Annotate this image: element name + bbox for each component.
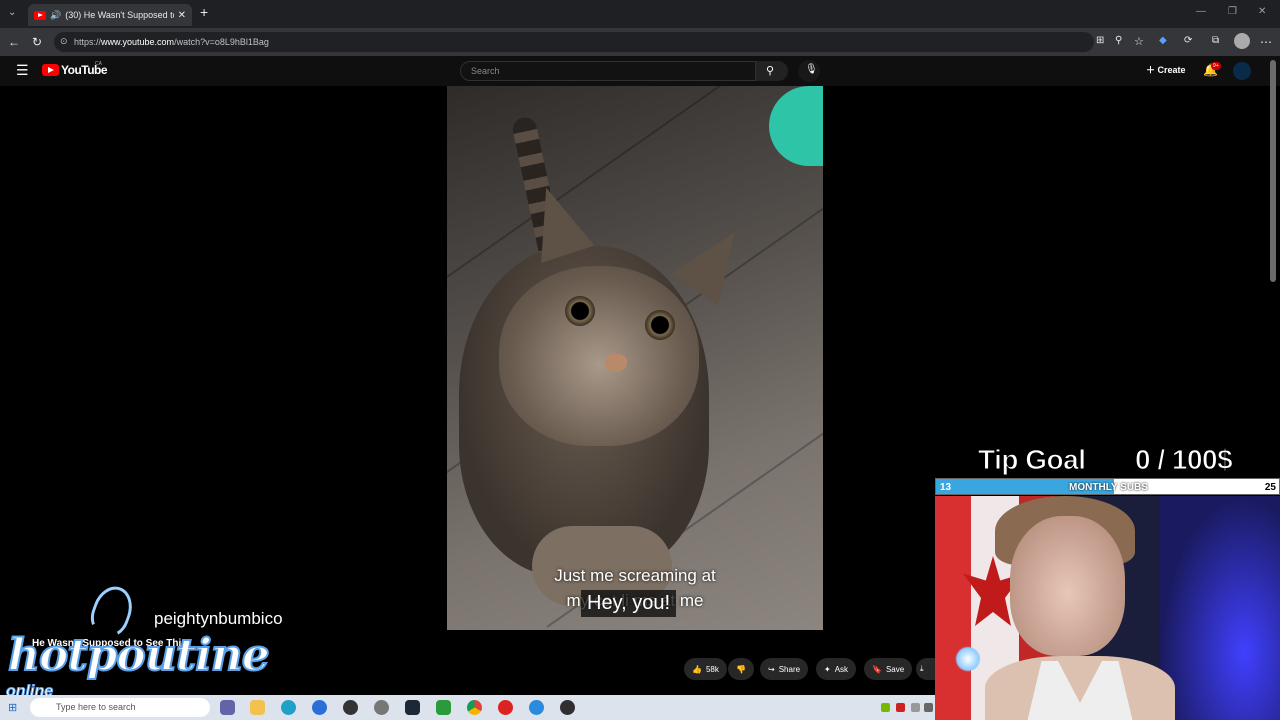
steam-icon[interactable] bbox=[405, 700, 420, 715]
notification-badge: 9+ bbox=[1211, 62, 1221, 70]
blue-led-light bbox=[1160, 496, 1280, 720]
streamer-webcam bbox=[935, 496, 1280, 720]
teams-icon[interactable] bbox=[220, 700, 235, 715]
share-arrow-icon: ↪ bbox=[768, 664, 775, 674]
refresh-extension-icon[interactable]: ⟳ bbox=[1184, 35, 1192, 46]
tab-close-icon[interactable]: ✕ bbox=[178, 10, 186, 21]
youtube-favicon-icon bbox=[34, 10, 46, 20]
cat-eye-left bbox=[565, 296, 595, 326]
create-button[interactable]: ＋ Create bbox=[1146, 63, 1186, 76]
tray-app-icon[interactable] bbox=[924, 703, 933, 712]
create-label: Create bbox=[1157, 65, 1186, 75]
more-menu-icon[interactable]: ⋯ bbox=[1260, 35, 1272, 49]
tab-list-chevron-icon[interactable]: ⌄ bbox=[8, 7, 16, 18]
bookmark-icon: 🔖 bbox=[872, 664, 882, 674]
taskbar-search-input[interactable]: Type here to search bbox=[30, 698, 210, 717]
save-label: Save bbox=[885, 664, 905, 674]
browser-tab-active[interactable]: 🔊 (30) He Wasn't Supposed to S ✕ bbox=[28, 4, 192, 26]
like-count: 58k bbox=[705, 664, 719, 674]
browser-toolbar: ← ↻ ⊙ https://www.youtube.com/watch?v=o8… bbox=[0, 28, 1280, 56]
microphone-icon: 🎙 bbox=[805, 64, 818, 75]
ask-button[interactable]: ✦ Ask bbox=[816, 658, 857, 680]
profile-avatar[interactable] bbox=[1234, 33, 1250, 49]
tray-red-icon[interactable] bbox=[896, 703, 905, 712]
obs-icon[interactable] bbox=[560, 700, 575, 715]
extension-icon[interactable]: ◆ bbox=[1159, 35, 1167, 46]
site-info-icon[interactable]: ⊙ bbox=[60, 36, 68, 47]
edge-browser-icon[interactable] bbox=[281, 700, 296, 715]
new-tab-button[interactable]: + bbox=[200, 4, 208, 20]
account-avatar[interactable] bbox=[1233, 62, 1251, 80]
zoom-icon[interactable]: ⚲ bbox=[1115, 35, 1122, 46]
thumbs-up-icon: 👍 bbox=[692, 664, 702, 674]
download-button[interactable]: ⤓ bbox=[916, 658, 935, 680]
like-button[interactable]: 👍 58k bbox=[684, 658, 727, 680]
dislike-button[interactable]: 👎 bbox=[728, 658, 754, 680]
lamp-light bbox=[955, 646, 981, 672]
tab-title: (30) He Wasn't Supposed to S bbox=[65, 10, 173, 20]
app-azure-icon[interactable] bbox=[529, 700, 544, 715]
close-window-button[interactable]: ✕ bbox=[1258, 6, 1266, 17]
plus-icon: ＋ bbox=[1146, 65, 1156, 75]
monthly-subs-progress-bar: 13 MONTHLY SUBS 25 bbox=[935, 478, 1280, 495]
windows-start-icon[interactable]: ⊞ bbox=[8, 701, 17, 714]
chrome-icon[interactable] bbox=[467, 700, 482, 715]
share-label: Share bbox=[778, 664, 801, 674]
tray-nvidia-icon[interactable] bbox=[881, 703, 890, 712]
cat-nose bbox=[605, 354, 627, 372]
cat-head bbox=[499, 266, 699, 446]
speaker-icon[interactable]: 🔊 bbox=[50, 10, 61, 21]
subs-target: 25 bbox=[1264, 482, 1276, 493]
app-dark-icon[interactable] bbox=[343, 700, 358, 715]
youtube-header: ☰ YouTube CA Search ⚲ 🎙 ＋ Create 🔔 9+ bbox=[0, 56, 1280, 86]
ask-label: Ask bbox=[834, 664, 849, 674]
tip-goal-label: Tip Goal bbox=[978, 444, 1087, 476]
download-icon: ⤓ bbox=[920, 664, 924, 673]
favorite-star-icon[interactable]: ☆ bbox=[1134, 35, 1144, 48]
streamer-face bbox=[1010, 516, 1125, 656]
address-bar[interactable]: ⊙ https://www.youtube.com/watch?v=o8L9hB… bbox=[54, 32, 1094, 52]
app-green-icon[interactable] bbox=[436, 700, 451, 715]
stream-brand-logo: hotpoutine bbox=[7, 629, 271, 682]
hamburger-menu-icon[interactable]: ☰ bbox=[16, 62, 29, 79]
app-red-icon[interactable] bbox=[498, 700, 513, 715]
cat-eye-right bbox=[645, 310, 675, 340]
file-explorer-icon[interactable] bbox=[250, 700, 265, 715]
sparkle-icon: ✦ bbox=[824, 664, 831, 674]
video-player[interactable]: Just me screaming at my cat li ms at me … bbox=[447, 86, 823, 630]
tray-app-icon[interactable] bbox=[911, 703, 920, 712]
caption-line-1: Just me screaming at bbox=[554, 566, 716, 585]
voice-search-button[interactable]: 🎙 bbox=[798, 60, 820, 82]
search-icon: ⚲ bbox=[766, 65, 775, 77]
minimize-button[interactable]: — bbox=[1196, 6, 1206, 17]
closed-caption-overlay: Hey, you! bbox=[581, 590, 676, 617]
settings-gear-icon[interactable] bbox=[374, 700, 389, 715]
search-button[interactable]: ⚲ bbox=[756, 61, 788, 81]
thumbs-down-icon: 👎 bbox=[736, 664, 746, 674]
page-scrollbar[interactable] bbox=[1270, 60, 1276, 282]
save-button[interactable]: 🔖 Save bbox=[864, 658, 913, 680]
app-blue-icon[interactable] bbox=[312, 700, 327, 715]
share-button[interactable]: ↪ Share bbox=[760, 658, 809, 680]
tip-goal-value: 0 / 100$ bbox=[1134, 444, 1233, 476]
channel-name[interactable]: peightynbumbico bbox=[154, 609, 283, 629]
reload-icon[interactable]: ↻ bbox=[32, 35, 42, 49]
back-arrow-icon[interactable]: ← bbox=[8, 35, 20, 49]
extensions-puzzle-icon[interactable]: ⧉ bbox=[1212, 35, 1219, 46]
url-path: /watch?v=o8L9hBl1Bag bbox=[174, 37, 269, 47]
url-host: www.youtube.com bbox=[101, 37, 175, 47]
youtube-logo-icon[interactable] bbox=[42, 64, 59, 76]
apps-icon[interactable]: ⊞ bbox=[1096, 35, 1104, 46]
maximize-button[interactable]: ❐ bbox=[1228, 6, 1237, 17]
search-input[interactable]: Search bbox=[460, 61, 756, 81]
browser-titlebar: ⌄ 🔊 (30) He Wasn't Supposed to S ✕ + — ❐… bbox=[0, 0, 1280, 28]
subs-label: MONTHLY SUBS bbox=[1069, 482, 1148, 493]
url-prefix: https:// bbox=[74, 37, 102, 47]
region-code: CA bbox=[95, 61, 102, 67]
windows-taskbar: ⊞ Type here to search bbox=[0, 695, 935, 720]
